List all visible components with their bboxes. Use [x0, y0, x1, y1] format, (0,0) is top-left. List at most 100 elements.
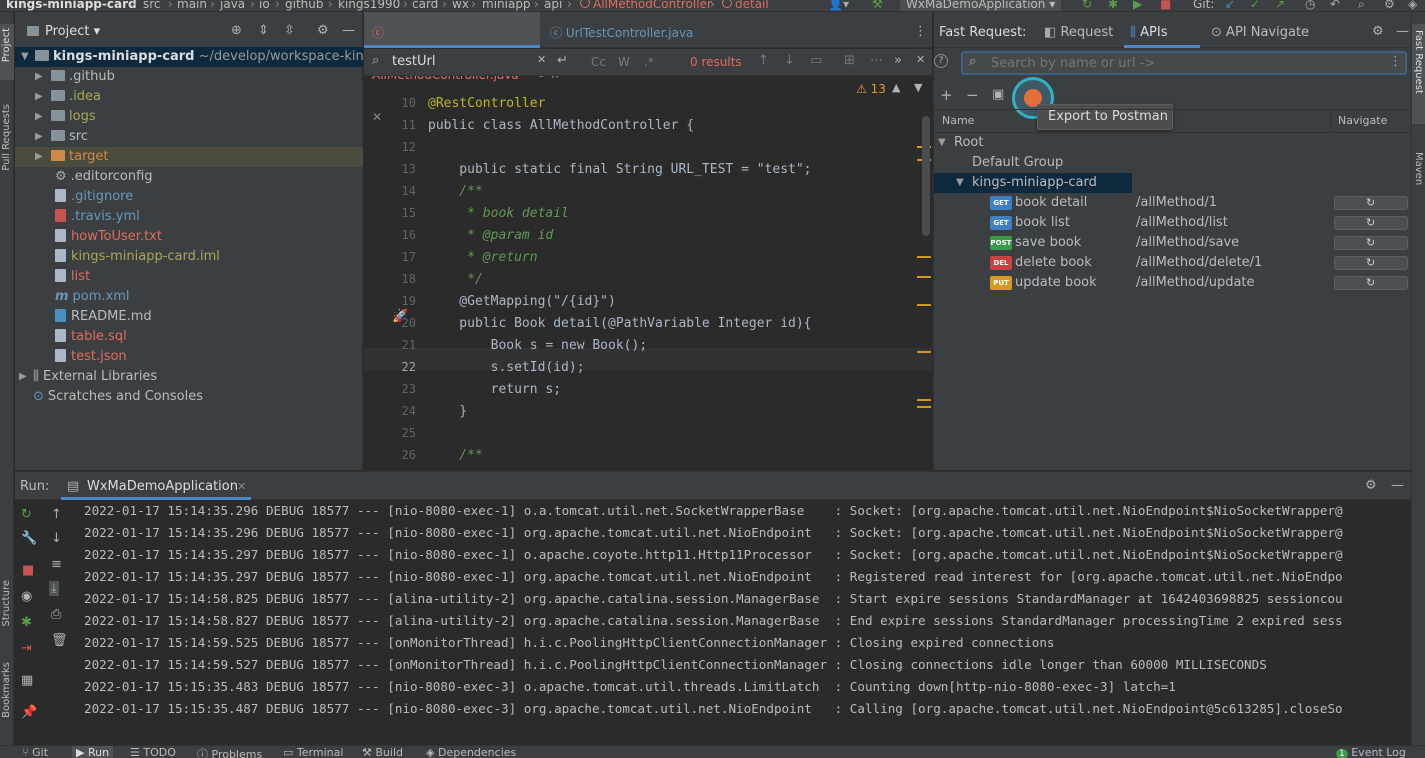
tree-item[interactable]: README.md — [55, 307, 152, 327]
tree-root-row[interactable]: ▼ kings-miniapp-card ~/develop/workspace… — [15, 47, 383, 67]
exit-icon[interactable]: ⇥ — [21, 641, 32, 656]
tree-item[interactable]: test.json — [55, 347, 127, 367]
breadcrumb-project[interactable]: kings-miniapp-card — [6, 0, 137, 11]
breadcrumb-card[interactable]: card — [412, 0, 438, 11]
tree-item-external-libraries[interactable]: ▶ ⫼ External Libraries — [15, 367, 363, 387]
add-icon[interactable]: + — [940, 86, 953, 104]
close-find-icon[interactable]: ✕ — [916, 53, 925, 66]
project-view-select[interactable]: Project ▾ — [45, 24, 100, 39]
run-gutter-icon[interactable]: 🚀 — [392, 309, 408, 324]
hammer-icon[interactable]: ⚒ — [872, 0, 883, 11]
breadcrumb-src[interactable]: src — [143, 0, 161, 11]
debug-icon[interactable]: ✱ — [1108, 0, 1118, 11]
api-row[interactable]: PUT update book/allMethod/update ↻ — [934, 273, 1412, 293]
hide-icon[interactable]: — — [1391, 478, 1404, 493]
down-icon[interactable]: ↓ — [51, 531, 62, 546]
collapse-all-icon[interactable]: ⇳ — [284, 23, 295, 38]
tree-item[interactable]: table.sql — [55, 327, 127, 347]
match-case-toggle[interactable]: Cc — [591, 55, 606, 69]
history-icon[interactable]: ◷ — [1305, 0, 1315, 11]
next-occurrence-icon[interactable]: ↓ — [784, 53, 795, 68]
tree-item[interactable]: .travis.yml — [55, 207, 140, 227]
help-icon[interactable]: ? — [934, 54, 948, 68]
close-icon[interactable]: ✕ — [237, 480, 246, 493]
coverage-icon[interactable]: ▶ — [1133, 0, 1142, 11]
status-git[interactable]: ⑂ Git — [22, 746, 48, 758]
find-input[interactable]: testUrl — [392, 54, 435, 69]
up-icon[interactable]: ↑ — [51, 507, 62, 522]
api-row[interactable]: POST save book/allMethod/save ↻ — [934, 233, 1412, 253]
status-problems[interactable]: ⓘ Problems — [197, 746, 262, 758]
chevron-right-icon[interactable]: ▶ — [35, 147, 43, 167]
api-search-input[interactable] — [991, 55, 1371, 72]
status-todo[interactable]: ☰ TODO — [130, 746, 176, 758]
status-build[interactable]: ⚒ Build — [362, 746, 403, 758]
api-row[interactable]: GET book detail/allMethod/1 ↻ — [934, 193, 1412, 213]
clear-icon[interactable]: ✕ — [537, 53, 546, 66]
run-config-select[interactable]: WxMaDemoApplication ▾ — [900, 0, 1062, 11]
api-search-box[interactable]: ⌕ ⋮ — [961, 51, 1407, 75]
filter-icon[interactable]: ⊞ — [844, 53, 855, 68]
tree-item-scratches[interactable]: ⊙ Scratches and Consoles — [33, 387, 203, 407]
code-area[interactable]: @RequestMapping("/allMethod") 1011121314… — [364, 76, 932, 470]
breadcrumb-miniapp[interactable]: miniapp — [482, 0, 531, 11]
chevron-right-icon[interactable]: ▶ — [35, 127, 43, 147]
tree-item[interactable]: ▶ logs — [15, 107, 363, 127]
soft-wrap-icon[interactable]: ≡ — [51, 557, 62, 572]
options-icon[interactable]: ⋯ — [870, 53, 883, 68]
rerun-icon[interactable]: ↻ — [1082, 0, 1092, 11]
expand-icon[interactable]: » — [894, 53, 902, 68]
status-dependencies[interactable]: ◈ Dependencies — [426, 746, 516, 758]
git-update-icon[interactable]: ↙ — [1225, 0, 1235, 11]
navigate-button[interactable]: ↻ — [1334, 256, 1408, 270]
tab-urltestcontroller[interactable]: ⓒ UrlTestController.java ✕ — [542, 12, 702, 82]
tab-request[interactable]: ◧ Request — [1044, 25, 1113, 40]
trash-icon[interactable]: 🗑 — [51, 633, 68, 648]
navigate-button[interactable]: ↻ — [1334, 276, 1408, 290]
tree-item[interactable]: howToUser.txt — [55, 227, 162, 247]
tree-item[interactable]: ▶ src — [15, 127, 363, 147]
settings-icon[interactable]: ⚙ — [1384, 0, 1395, 11]
maven-tool-tab[interactable]: Maven — [1413, 152, 1424, 185]
navigate-button[interactable]: ↻ — [1334, 236, 1408, 250]
remove-icon[interactable]: − — [966, 86, 979, 104]
more-options-icon[interactable]: ⋮ — [1389, 54, 1402, 69]
tab-run-config[interactable]: ▤ WxMaDemoApplication ✕ — [61, 472, 251, 500]
breadcrumb-java[interactable]: java — [220, 0, 245, 11]
chevron-down-icon[interactable]: ▼ — [938, 133, 946, 153]
bookmarks-tool-tab[interactable]: Bookmarks — [1, 662, 12, 718]
status-run[interactable]: ▶ Run — [72, 746, 114, 758]
navigate-button[interactable]: ↻ — [1334, 196, 1408, 210]
stop-icon[interactable]: ■ — [1160, 0, 1171, 11]
breadcrumb-github[interactable]: github — [285, 0, 323, 11]
pull-requests-tool-tab[interactable]: Pull Requests — [1, 104, 12, 171]
more-tabs-icon[interactable]: ⋮ — [914, 24, 927, 39]
tree-item[interactable]: ▶ .github — [15, 67, 363, 87]
tab-api-navigate[interactable]: ⊙ API Navigate — [1211, 25, 1309, 40]
chevron-right-icon[interactable]: ▶ — [19, 367, 27, 387]
structure-tool-tab[interactable]: Structure — [1, 580, 12, 627]
prev-highlight-icon[interactable]: ▲ — [892, 81, 900, 94]
gear-icon[interactable]: ⚙ — [1365, 478, 1377, 493]
fast-request-tool-tab[interactable]: Fast Request — [1413, 30, 1424, 94]
locate-icon[interactable]: ⊕ — [231, 23, 242, 38]
chevron-right-icon[interactable]: ▶ — [35, 87, 43, 107]
expand-all-icon[interactable]: ⇕ — [258, 23, 269, 38]
ide-logo-icon[interactable]: ◈ — [1408, 0, 1417, 11]
rerun-icon[interactable]: ↻ — [21, 507, 32, 522]
editor-scrollbar[interactable] — [922, 116, 930, 236]
tab-apis[interactable]: ⫼ APIs — [1124, 12, 1200, 48]
status-event-log[interactable]: 1 Event Log — [1336, 746, 1406, 758]
tree-item[interactable]: ▶ target — [15, 147, 363, 167]
camera-icon[interactable]: ◉ — [21, 589, 32, 604]
git-commit-icon[interactable]: ✓ — [1250, 0, 1260, 11]
stop-icon[interactable]: ■ — [22, 563, 34, 578]
status-terminal[interactable]: ▭ Terminal — [283, 746, 343, 758]
new-line-icon[interactable]: ↵ — [557, 53, 568, 68]
scroll-to-end-icon[interactable]: ⤓ — [49, 581, 59, 596]
wrench-icon[interactable]: 🔧 — [21, 531, 37, 546]
regex-toggle[interactable]: .* — [644, 55, 654, 69]
breadcrumb-kings1990[interactable]: kings1990 — [338, 0, 400, 11]
tree-item[interactable]: kings-miniapp-card.iml — [55, 247, 220, 267]
hide-icon[interactable]: — — [1396, 24, 1409, 39]
